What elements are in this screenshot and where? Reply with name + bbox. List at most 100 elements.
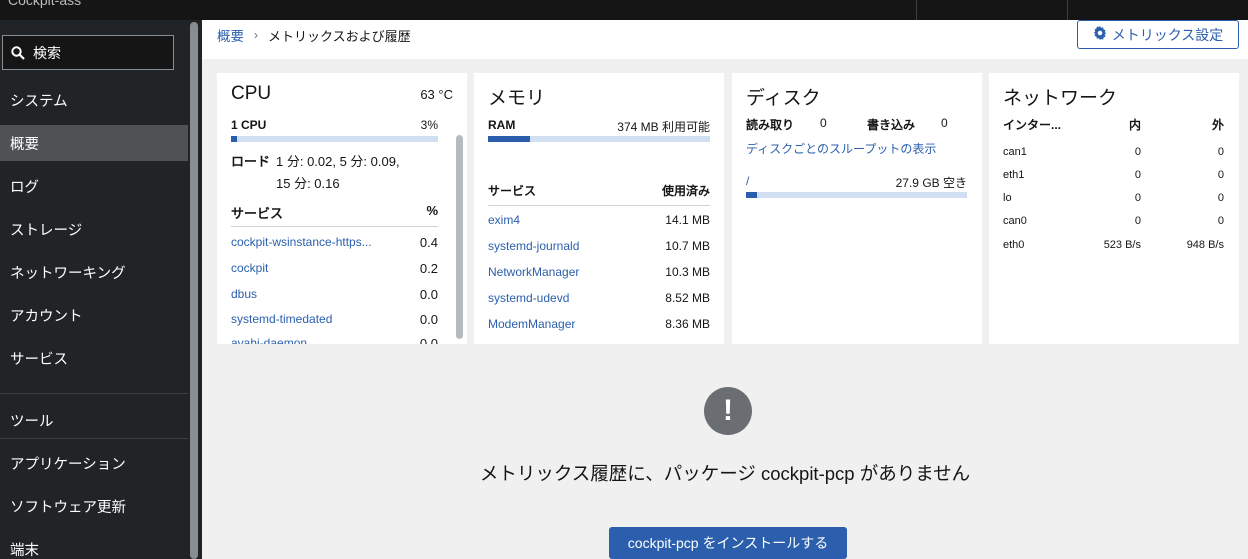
cpu-usage-percent: 3% <box>420 118 438 132</box>
cpu-temperature: 63 °C <box>420 87 453 102</box>
cpu-service-value: 0.0 <box>419 287 438 302</box>
memory-service-value: 10.3 MB <box>665 265 710 279</box>
breadcrumb: 概要 › メトリックスおよび履歴 <box>217 25 411 45</box>
disk-mount-link[interactable]: / <box>746 174 749 188</box>
cpu-service-value: 0.0 <box>419 312 438 327</box>
cpu-service-link[interactable]: systemd-timedated <box>231 312 332 326</box>
search-placeholder: 検索 <box>33 44 61 61</box>
network-in-value: 0 <box>1134 169 1141 181</box>
network-interface-name: eth0 <box>1003 239 1025 251</box>
sidebar-item-software-updates[interactable]: ソフトウェア更新 <box>0 488 188 524</box>
ram-available: 374 MB 利用可能 <box>617 120 710 134</box>
top-bar: Cockpit-ass <box>0 0 1248 20</box>
network-card: ネットワーク インター... 内 外 can1 0 0 eth1 0 0 lo … <box>989 73 1239 344</box>
disk-read-label: 読み取り <box>746 118 795 132</box>
search-icon <box>3 45 33 60</box>
network-interface-header: インター... <box>1003 118 1062 132</box>
topbar-divider <box>916 0 917 20</box>
memory-service-link[interactable]: ModemManager <box>488 317 575 331</box>
cpu-service-value: 0.2 <box>419 261 438 276</box>
topbar-divider <box>1067 0 1068 20</box>
disk-read-value: 0 <box>820 116 827 130</box>
network-in-value: 0 <box>1134 215 1141 227</box>
network-in-header: 内 <box>1128 118 1141 132</box>
page-header: 概要 › メトリックスおよび履歴 メトリックス設定 <box>202 20 1248 59</box>
cpu-percent-header: % <box>426 203 438 218</box>
sidebar: 検索 システム 概要 ログ ストレージ ネットワーキング アカウント サービス … <box>0 20 202 559</box>
disk-throughput-link[interactable]: ディスクごとのスループットの表示 <box>746 140 936 157</box>
sidebar-item-overview[interactable]: 概要 <box>0 125 188 161</box>
cpu-service-link[interactable]: cockpit-wsinstance-https... <box>231 235 372 249</box>
gear-icon <box>1093 26 1107 43</box>
sidebar-item-terminal[interactable]: 端末 <box>0 531 188 559</box>
sidebar-item-services[interactable]: サービス <box>0 340 188 376</box>
network-out-value: 0 <box>1217 215 1224 227</box>
memory-service-link[interactable]: systemd-journald <box>488 239 579 253</box>
network-out-header: 外 <box>1211 118 1224 132</box>
ram-usage-bar-fill <box>488 136 531 142</box>
network-in-value: 523 B/s <box>1103 239 1141 251</box>
breadcrumb-overview-link[interactable]: 概要 <box>217 25 244 45</box>
network-out-value: 948 B/s <box>1186 239 1224 251</box>
metrics-settings-button[interactable]: メトリックス設定 <box>1077 20 1239 49</box>
network-interface-name: can0 <box>1003 215 1027 227</box>
disk-card: ディスク 読み取り 0 書き込み 0 ディスクごとのスループットの表示 / 27… <box>732 73 982 344</box>
search-input[interactable]: 検索 <box>2 35 174 70</box>
disk-write-value: 0 <box>941 116 948 130</box>
memory-card: メモリ RAM 374 MB 利用可能 サービス 使用済み exim4 14.1… <box>474 73 724 344</box>
breadcrumb-current: メトリックスおよび履歴 <box>268 28 411 44</box>
network-interface-name: eth1 <box>1003 169 1025 181</box>
memory-service-link[interactable]: exim4 <box>488 213 520 227</box>
exclamation-circle-icon: ! <box>704 387 752 435</box>
memory-service-link[interactable]: NetworkManager <box>488 265 579 279</box>
network-in-value: 0 <box>1134 192 1141 204</box>
cpu-service-value: 0.4 <box>419 235 438 250</box>
sidebar-item-applications[interactable]: アプリケーション <box>0 445 188 481</box>
cpu-service-link[interactable]: dbus <box>231 287 257 301</box>
memory-title: メモリ <box>488 88 546 109</box>
sidebar-section-system: システム <box>10 93 68 110</box>
install-cockpit-pcp-button[interactable]: cockpit-pcp をインストールする <box>609 527 847 559</box>
load-label: ロード <box>231 154 271 169</box>
memory-service-value: 8.36 MB <box>665 317 710 331</box>
sidebar-item-networking[interactable]: ネットワーキング <box>0 254 188 290</box>
memory-services-header: サービス <box>488 184 537 198</box>
network-out-value: 0 <box>1217 192 1224 204</box>
network-interface-name: lo <box>1003 192 1012 204</box>
sidebar-divider <box>0 438 188 439</box>
memory-service-link[interactable]: systemd-udevd <box>488 291 569 305</box>
chevron-right-icon: › <box>254 28 258 42</box>
sidebar-divider <box>0 393 188 394</box>
sidebar-item-storage[interactable]: ストレージ <box>0 211 188 247</box>
sidebar-item-logs[interactable]: ログ <box>0 168 188 204</box>
memory-service-value: 10.7 MB <box>665 239 710 253</box>
metrics-settings-label: メトリックス設定 <box>1111 26 1224 43</box>
network-title: ネットワーク <box>1003 88 1118 109</box>
network-out-value: 0 <box>1217 169 1224 181</box>
network-interface-name: can1 <box>1003 146 1027 158</box>
memory-service-value: 14.1 MB <box>665 213 710 227</box>
disk-usage-bar <box>746 192 967 198</box>
sidebar-section-tools: ツール <box>10 413 54 430</box>
ram-usage-bar <box>488 136 710 142</box>
sidebar-scrollbar[interactable] <box>190 22 198 559</box>
disk-usage-bar-fill <box>746 192 758 198</box>
main-content: 概要 › メトリックスおよび履歴 メトリックス設定 CPU 63 °C 1 CP… <box>202 20 1248 559</box>
cpu-service-value: 0.0 <box>419 336 438 344</box>
load-line-2: 15 分: 0.16 <box>276 176 340 191</box>
divider <box>488 205 710 206</box>
cpu-service-link[interactable]: cockpit <box>231 261 268 275</box>
network-in-value: 0 <box>1134 146 1141 158</box>
cpu-services-scrollbar[interactable] <box>456 135 463 339</box>
sidebar-item-accounts[interactable]: アカウント <box>0 297 188 333</box>
cpu-count-label: 1 CPU <box>231 118 267 132</box>
disk-title: ディスク <box>746 88 821 109</box>
memory-service-value: 8.52 MB <box>665 291 710 305</box>
disk-write-label: 書き込み <box>867 118 916 132</box>
divider <box>231 226 438 227</box>
ram-label: RAM <box>488 118 516 132</box>
cpu-usage-bar <box>231 136 438 142</box>
cpu-services-header: サービス <box>231 206 284 221</box>
cpu-service-link[interactable]: avahi-daemon <box>231 336 307 344</box>
brand-label: Cockpit-ass <box>8 0 82 8</box>
